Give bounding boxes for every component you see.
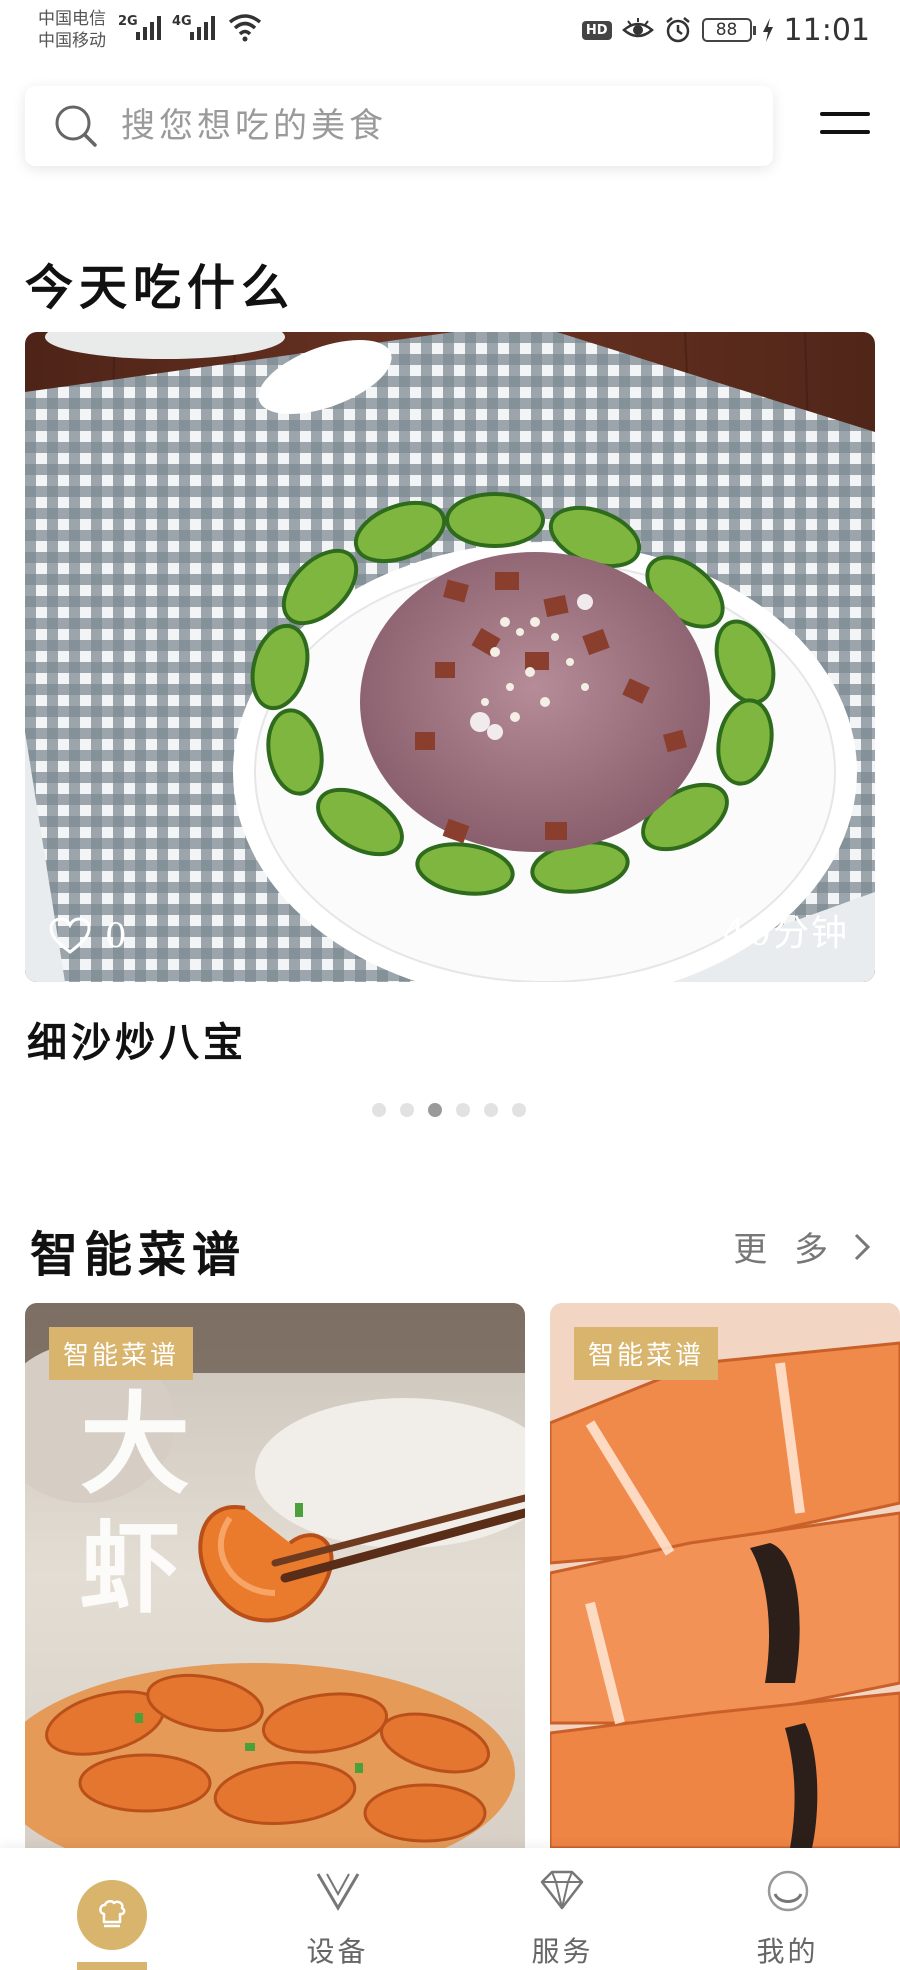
nav-home[interactable] [0, 1848, 225, 1970]
profile-circle-icon [767, 1870, 809, 1912]
more-label: 更 多 [733, 1230, 836, 1270]
like-counter[interactable]: 0 [49, 916, 127, 956]
carousel-dot-active[interactable] [428, 1103, 442, 1117]
diamond-icon [540, 1870, 584, 1910]
carrier-2: 中国移动 [38, 31, 106, 51]
dish-photo [25, 332, 875, 982]
search-bar[interactable] [25, 86, 773, 166]
network-type-1: 2G [118, 14, 138, 29]
today-section-title: 今天吃什么 [25, 260, 296, 316]
signal-bars-1-icon [136, 14, 161, 40]
charging-icon [762, 18, 773, 42]
carrier-info: 中国电信 中国移动 [38, 8, 106, 52]
home-tab-active [77, 1880, 147, 1950]
nav-services-label: 服务 [531, 1935, 594, 1968]
clock: 11:01 [783, 12, 870, 48]
nav-devices-label: 设备 [306, 1935, 369, 1968]
smart-recipe-tag: 智能菜谱 [574, 1327, 719, 1380]
svg-text:虾: 虾 [80, 1509, 180, 1627]
bottom-navigation: 设备 服务 我的 [0, 1848, 900, 1970]
hd-badge: HD [581, 20, 612, 40]
status-right-group: HD 88 11:01 [581, 12, 870, 48]
search-input[interactable] [121, 106, 721, 146]
dish-name[interactable]: 细沙炒八宝 [27, 1010, 247, 1068]
active-tab-indicator [77, 1962, 147, 1970]
heart-icon [49, 917, 91, 954]
alarm-icon [665, 17, 690, 43]
network-type-2: 4G [172, 14, 192, 29]
shrimp-photo: 大 虾 [25, 1303, 525, 1848]
carousel-dot[interactable] [456, 1103, 470, 1117]
v-device-icon [316, 1873, 360, 1911]
chef-hat-icon [99, 1900, 126, 1928]
recipe-card[interactable]: 智能菜谱 [550, 1303, 900, 1848]
nav-devices[interactable]: 设备 [225, 1848, 450, 1970]
eye-comfort-icon [621, 18, 654, 38]
battery-indicator: 88 [701, 18, 756, 42]
smart-recipes-title: 智能菜谱 [30, 1227, 247, 1283]
carousel-dot[interactable] [400, 1103, 414, 1117]
recipe-card[interactable]: 大 虾 智能菜谱 [25, 1303, 525, 1848]
nav-profile[interactable]: 我的 [675, 1848, 900, 1970]
search-icon [55, 105, 97, 147]
chevron-right-icon [854, 1233, 870, 1260]
smart-recipe-tag: 智能菜谱 [49, 1327, 194, 1380]
status-bar: 中国电信 中国移动 2G 4G HD 88 11:01 [0, 0, 900, 62]
carousel-dot[interactable] [512, 1103, 526, 1117]
menu-line [820, 130, 870, 134]
nav-profile-label: 我的 [756, 1935, 819, 1968]
today-recipe-card[interactable]: 0 40分钟 [25, 332, 875, 982]
salmon-photo [550, 1303, 900, 1848]
wifi-icon [228, 14, 262, 42]
nav-services[interactable]: 服务 [450, 1848, 675, 1970]
carousel-dot[interactable] [484, 1103, 498, 1117]
menu-button[interactable] [820, 112, 870, 138]
more-link[interactable]: 更 多 [733, 1222, 870, 1271]
calligraphy-decor: 大 [80, 1380, 190, 1509]
signal-bars-2-icon [190, 14, 215, 40]
carrier-1: 中国电信 [38, 9, 106, 29]
menu-line [820, 112, 870, 116]
cook-time: 40分钟 [723, 913, 849, 954]
carousel-indicator [372, 1103, 526, 1117]
carousel-dot[interactable] [372, 1103, 386, 1117]
like-count: 0 [105, 916, 127, 956]
